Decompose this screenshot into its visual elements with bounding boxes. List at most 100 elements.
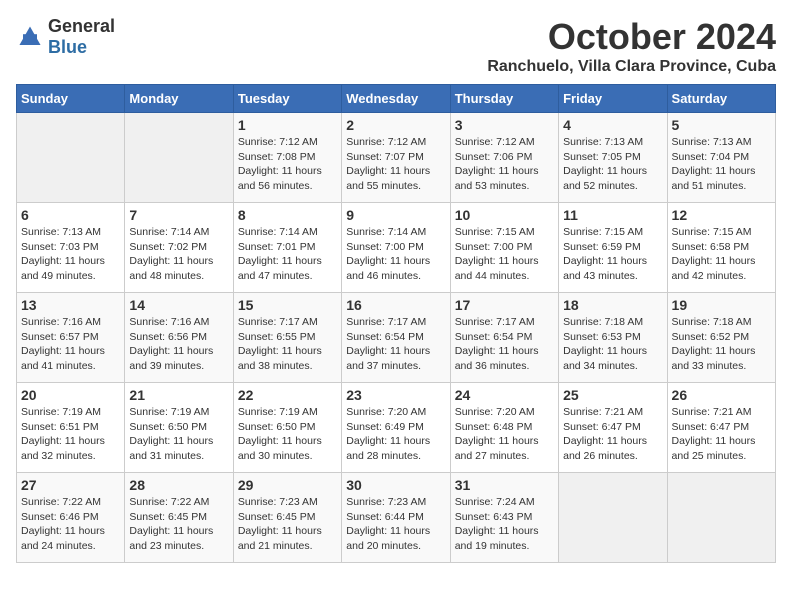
calendar-week-2: 6Sunrise: 7:13 AMSunset: 7:03 PMDaylight… (17, 203, 776, 293)
day-number: 5 (672, 117, 771, 133)
day-number: 1 (238, 117, 337, 133)
calendar-cell: 23 Sunrise: 7:20 AMSunset: 6:49 PMDayligh… (342, 383, 450, 473)
day-number: 26 (672, 387, 771, 403)
calendar-cell: 16Sunrise: 7:17 AMSunset: 6:54 PMDayligh… (342, 293, 450, 383)
calendar-cell: 27Sunrise: 7:22 AMSunset: 6:46 PMDayligh… (17, 473, 125, 563)
cell-info: Sunrise: 7:15 AMSunset: 7:00 PMDaylight:… (455, 225, 554, 284)
day-number: 29 (238, 477, 337, 493)
header: General Blue October 2024 Ranchuelo, Vil… (16, 16, 776, 76)
calendar-cell: 8Sunrise: 7:14 AMSunset: 7:01 PMDaylight… (233, 203, 341, 293)
day-number: 2 (346, 117, 445, 133)
day-number: 9 (346, 207, 445, 223)
cell-info: Sunrise: 7:20 AMSunset: 6:48 PMDaylight:… (455, 405, 554, 464)
cell-info: Sunrise: 7:12 AMSunset: 7:08 PMDaylight:… (238, 135, 337, 194)
day-number: 4 (563, 117, 662, 133)
month-title: October 2024 (487, 16, 776, 58)
cell-info: Sunrise: 7:14 AMSunset: 7:01 PMDaylight:… (238, 225, 337, 284)
calendar-cell: 5 Sunrise: 7:13 AMSunset: 7:04 PMDaylight… (667, 113, 775, 203)
title-area: October 2024 Ranchuelo, Villa Clara Prov… (487, 16, 776, 76)
day-number: 20 (21, 387, 120, 403)
day-number: 3 (455, 117, 554, 133)
cell-info: Sunrise: 7:15 AMSunset: 6:58 PMDaylight:… (672, 225, 771, 284)
calendar-week-1: 1 Sunrise: 7:12 AMSunset: 7:08 PMDaylight… (17, 113, 776, 203)
calendar-cell: 21Sunrise: 7:19 AMSunset: 6:50 PMDayligh… (125, 383, 233, 473)
cell-info: Sunrise: 7:23 AMSunset: 6:44 PMDaylight:… (346, 495, 445, 554)
cell-info: Sunrise: 7:17 AMSunset: 6:55 PMDaylight:… (238, 315, 337, 374)
cell-info: Sunrise: 7:24 AMSunset: 6:43 PMDaylight:… (455, 495, 554, 554)
day-number: 10 (455, 207, 554, 223)
day-number: 7 (129, 207, 228, 223)
logo-text: General Blue (48, 16, 115, 58)
calendar-cell: 11Sunrise: 7:15 AMSunset: 6:59 PMDayligh… (559, 203, 667, 293)
day-number: 19 (672, 297, 771, 313)
day-number: 24 (455, 387, 554, 403)
cell-info: Sunrise: 7:16 AMSunset: 6:56 PMDaylight:… (129, 315, 228, 374)
cell-info: Sunrise: 7:12 AMSunset: 7:07 PMDaylight:… (346, 135, 445, 194)
cell-info: Sunrise: 7:13 AMSunset: 7:05 PMDaylight:… (563, 135, 662, 194)
day-number: 13 (21, 297, 120, 313)
cell-info: Sunrise: 7:13 AMSunset: 7:04 PMDaylight:… (672, 135, 771, 194)
day-number: 15 (238, 297, 337, 313)
cell-info: Sunrise: 7:13 AMSunset: 7:03 PMDaylight:… (21, 225, 120, 284)
calendar-cell: 29 Sunrise: 7:23 AMSunset: 6:45 PMDayligh… (233, 473, 341, 563)
calendar-week-3: 13 Sunrise: 7:16 AMSunset: 6:57 PMDayligh… (17, 293, 776, 383)
day-header-thursday: Thursday (450, 85, 558, 113)
day-header-tuesday: Tuesday (233, 85, 341, 113)
calendar-cell: 28 Sunrise: 7:22 AMSunset: 6:45 PMDayligh… (125, 473, 233, 563)
calendar-cell: 25Sunrise: 7:21 AMSunset: 6:47 PMDayligh… (559, 383, 667, 473)
cell-info: Sunrise: 7:15 AMSunset: 6:59 PMDaylight:… (563, 225, 662, 284)
calendar-week-5: 27Sunrise: 7:22 AMSunset: 6:46 PMDayligh… (17, 473, 776, 563)
day-number: 31 (455, 477, 554, 493)
calendar-cell: 26 Sunrise: 7:21 AMSunset: 6:47 PMDayligh… (667, 383, 775, 473)
cell-info: Sunrise: 7:21 AMSunset: 6:47 PMDaylight:… (672, 405, 771, 464)
cell-info: Sunrise: 7:23 AMSunset: 6:45 PMDaylight:… (238, 495, 337, 554)
day-number: 22 (238, 387, 337, 403)
day-header-friday: Friday (559, 85, 667, 113)
day-number: 18 (563, 297, 662, 313)
cell-info: Sunrise: 7:19 AMSunset: 6:51 PMDaylight:… (21, 405, 120, 464)
calendar-table: SundayMondayTuesdayWednesdayThursdayFrid… (16, 84, 776, 563)
calendar-cell: 18Sunrise: 7:18 AMSunset: 6:53 PMDayligh… (559, 293, 667, 383)
day-number: 21 (129, 387, 228, 403)
calendar-cell: 20 Sunrise: 7:19 AMSunset: 6:51 PMDayligh… (17, 383, 125, 473)
calendar-header-row: SundayMondayTuesdayWednesdayThursdayFrid… (17, 85, 776, 113)
calendar-cell: 6Sunrise: 7:13 AMSunset: 7:03 PMDaylight… (17, 203, 125, 293)
calendar-cell (559, 473, 667, 563)
calendar-cell: 17Sunrise: 7:17 AMSunset: 6:54 PMDayligh… (450, 293, 558, 383)
calendar-cell: 7 Sunrise: 7:14 AMSunset: 7:02 PMDaylight… (125, 203, 233, 293)
calendar-cell: 30 Sunrise: 7:23 AMSunset: 6:44 PMDayligh… (342, 473, 450, 563)
day-number: 28 (129, 477, 228, 493)
day-number: 30 (346, 477, 445, 493)
cell-info: Sunrise: 7:20 AMSunset: 6:49 PMDaylight:… (346, 405, 445, 464)
cell-info: Sunrise: 7:12 AMSunset: 7:06 PMDaylight:… (455, 135, 554, 194)
cell-info: Sunrise: 7:14 AMSunset: 7:00 PMDaylight:… (346, 225, 445, 284)
day-number: 17 (455, 297, 554, 313)
logo-blue: Blue (48, 37, 87, 57)
calendar-cell: 4 Sunrise: 7:13 AMSunset: 7:05 PMDaylight… (559, 113, 667, 203)
day-number: 12 (672, 207, 771, 223)
day-header-wednesday: Wednesday (342, 85, 450, 113)
calendar-cell: 13 Sunrise: 7:16 AMSunset: 6:57 PMDayligh… (17, 293, 125, 383)
calendar-cell: 31 Sunrise: 7:24 AMSunset: 6:43 PMDayligh… (450, 473, 558, 563)
calendar-cell: 14Sunrise: 7:16 AMSunset: 6:56 PMDayligh… (125, 293, 233, 383)
calendar-cell: 22 Sunrise: 7:19 AMSunset: 6:50 PMDayligh… (233, 383, 341, 473)
logo-icon (16, 23, 44, 51)
cell-info: Sunrise: 7:18 AMSunset: 6:52 PMDaylight:… (672, 315, 771, 374)
cell-info: Sunrise: 7:22 AMSunset: 6:46 PMDaylight:… (21, 495, 120, 554)
day-header-monday: Monday (125, 85, 233, 113)
cell-info: Sunrise: 7:14 AMSunset: 7:02 PMDaylight:… (129, 225, 228, 284)
logo-general: General (48, 16, 115, 36)
cell-info: Sunrise: 7:16 AMSunset: 6:57 PMDaylight:… (21, 315, 120, 374)
day-number: 23 (346, 387, 445, 403)
cell-info: Sunrise: 7:17 AMSunset: 6:54 PMDaylight:… (346, 315, 445, 374)
calendar-cell (17, 113, 125, 203)
calendar-cell: 12 Sunrise: 7:15 AMSunset: 6:58 PMDayligh… (667, 203, 775, 293)
calendar-cell: 24 Sunrise: 7:20 AMSunset: 6:48 PMDayligh… (450, 383, 558, 473)
day-number: 25 (563, 387, 662, 403)
calendar-cell: 9 Sunrise: 7:14 AMSunset: 7:00 PMDaylight… (342, 203, 450, 293)
calendar-cell: 3 Sunrise: 7:12 AMSunset: 7:06 PMDaylight… (450, 113, 558, 203)
calendar-cell: 2 Sunrise: 7:12 AMSunset: 7:07 PMDaylight… (342, 113, 450, 203)
cell-info: Sunrise: 7:19 AMSunset: 6:50 PMDaylight:… (238, 405, 337, 464)
calendar-cell (125, 113, 233, 203)
cell-info: Sunrise: 7:22 AMSunset: 6:45 PMDaylight:… (129, 495, 228, 554)
